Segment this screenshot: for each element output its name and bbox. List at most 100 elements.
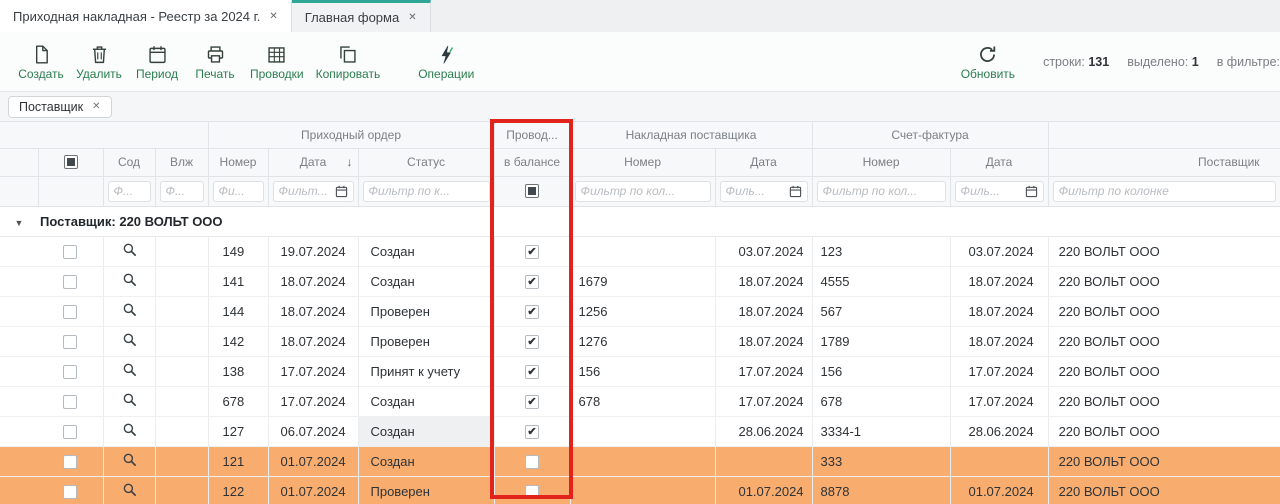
row-select-checkbox[interactable] [63,275,77,289]
filter-input-invoice-number[interactable]: Фильтр по кол... [575,181,711,202]
refresh-button[interactable]: Обновить [955,39,1021,84]
create-button[interactable]: Создать [12,39,70,84]
tab-0[interactable]: Приходная накладная - Реестр за 2024 г.✕ [0,0,292,32]
table-row[interactable]: 67817.07.2024Создан✔67817.07.202467817.0… [0,386,1280,416]
group-row[interactable]: ▼ Поставщик: 220 ВОЛЬТ ООО [0,206,1280,236]
supplier-invoice-date-cell [715,446,812,476]
search-icon[interactable] [122,272,137,287]
posted-checkbox[interactable]: ✔ [525,425,539,439]
row-select-checkbox[interactable] [63,365,77,379]
refresh-icon [977,43,998,65]
col-header-sf-date[interactable]: Дата [950,148,1048,176]
filter-input-order-number[interactable]: Фи... [213,181,264,202]
table-row[interactable]: 14118.07.2024Создан✔167918.07.2024455518… [0,266,1280,296]
attachment-cell [155,236,208,266]
col-header-invoice-date[interactable]: Дата [715,148,812,176]
select-all-checkbox[interactable] [64,155,78,169]
operations-button[interactable]: Операции [412,39,480,84]
tab-label: Главная форма [305,10,399,25]
sf-date-cell: 28.06.2024 [950,416,1048,446]
sf-date-cell: 18.07.2024 [950,326,1048,356]
group-header-posted: Провод... [494,122,570,148]
filter-chip-supplier[interactable]: Поставщик ✕ [8,96,112,118]
attachment-cell [155,386,208,416]
posted-checkbox[interactable]: ✔ [525,395,539,409]
posted-filter-checkbox[interactable] [525,184,539,198]
print-button[interactable]: Печать [186,39,244,84]
filter-input-order-date[interactable]: Фильт... [273,181,354,202]
col-header-order-number[interactable]: Номер [208,148,268,176]
posted-checkbox[interactable] [525,455,539,469]
col-header-supplier[interactable]: Поставщик [1048,148,1280,176]
table-row[interactable]: 14418.07.2024Проверен✔125618.07.20245671… [0,296,1280,326]
search-icon[interactable] [122,302,137,317]
collapse-icon[interactable]: ▼ [15,218,24,228]
col-header-posted[interactable]: в балансе [494,148,570,176]
search-icon[interactable] [122,242,137,257]
table-row[interactable]: 12201.07.2024Проверен01.07.2024887801.07… [0,476,1280,504]
copy-button[interactable]: Копировать [310,39,387,84]
table-row[interactable]: 14218.07.2024Проверен✔127618.07.20241789… [0,326,1280,356]
tab-close-icon[interactable]: ✕ [408,12,416,23]
copy-icon [337,43,358,65]
supplier-invoice-date-cell: 03.07.2024 [715,236,812,266]
col-header-invoice-number[interactable]: Номер [570,148,715,176]
row-select-checkbox[interactable] [63,425,77,439]
row-select-checkbox[interactable] [63,455,77,469]
period-button[interactable]: Период [128,39,186,84]
posted-checkbox[interactable]: ✔ [525,305,539,319]
tab-close-icon[interactable]: ✕ [269,11,277,22]
col-header-vlzh[interactable]: Влж [155,148,208,176]
search-icon[interactable] [122,422,137,437]
sf-date-cell: 17.07.2024 [950,356,1048,386]
search-icon[interactable] [122,332,137,347]
posted-checkbox[interactable]: ✔ [525,365,539,379]
row-select-checkbox[interactable] [63,305,77,319]
toolbar-button-label: Копировать [316,67,381,81]
filter-input-sf-date[interactable]: Филь... [955,181,1044,202]
sf-number-cell: 1789 [812,326,950,356]
posted-checkbox[interactable]: ✔ [525,335,539,349]
tab-1[interactable]: Главная форма ✕ [292,0,431,32]
posted-checkbox[interactable]: ✔ [525,245,539,259]
search-icon[interactable] [122,452,137,467]
delete-button[interactable]: Удалить [70,39,128,84]
search-icon[interactable] [122,482,137,497]
table-row[interactable]: 13817.07.2024Принят к учету✔15617.07.202… [0,356,1280,386]
col-header-sod[interactable]: Сод [103,148,155,176]
sf-number-cell: 567 [812,296,950,326]
table-row[interactable]: 12101.07.2024Создан333220 ВОЛЬТ ООО [0,446,1280,476]
table-header: Приходный ордер Провод... Накладная пост… [0,122,1280,206]
col-header-sf-number[interactable]: Номер [812,148,950,176]
table-row[interactable]: 14919.07.2024Создан✔03.07.202412303.07.2… [0,236,1280,266]
row-select-checkbox[interactable] [63,395,77,409]
search-icon[interactable] [122,362,137,377]
sf-date-cell: 03.07.2024 [950,236,1048,266]
supplier-invoice-date-cell: 28.06.2024 [715,416,812,446]
filter-input-sf-number[interactable]: Фильтр по кол... [817,181,946,202]
calendar-icon [335,185,348,198]
filter-input-invoice-date[interactable]: Филь... [720,181,808,202]
filter-input-supplier[interactable]: Фильтр по колонке [1053,181,1276,202]
toolbar-button-label: Период [136,67,178,81]
search-icon[interactable] [122,392,137,407]
filter-input-status[interactable]: Фильтр по к... [363,181,490,202]
supplier-invoice-number-cell: 1256 [570,296,715,326]
filter-input-vlzh[interactable]: Ф... [160,181,204,202]
col-header-order-date[interactable]: Дата ↓ [268,148,358,176]
supplier-invoice-number-cell: 156 [570,356,715,386]
col-header-status[interactable]: Статус [358,148,494,176]
chip-close-icon[interactable]: ✕ [92,101,100,112]
filter-chip-label: Поставщик [19,100,83,114]
filter-input-sod[interactable]: Ф... [108,181,151,202]
table-row[interactable]: 12706.07.2024Создан✔28.06.20243334-128.0… [0,416,1280,446]
posted-checkbox[interactable]: ✔ [525,275,539,289]
row-select-checkbox[interactable] [63,245,77,259]
row-select-checkbox[interactable] [63,335,77,349]
supplier-cell: 220 ВОЛЬТ ООО [1048,236,1280,266]
postings-button[interactable]: Проводки [244,39,310,84]
supplier-cell: 220 ВОЛЬТ ООО [1048,416,1280,446]
row-select-checkbox[interactable] [63,485,77,499]
posted-checkbox[interactable] [525,485,539,499]
order-number-cell: 127 [208,416,268,446]
